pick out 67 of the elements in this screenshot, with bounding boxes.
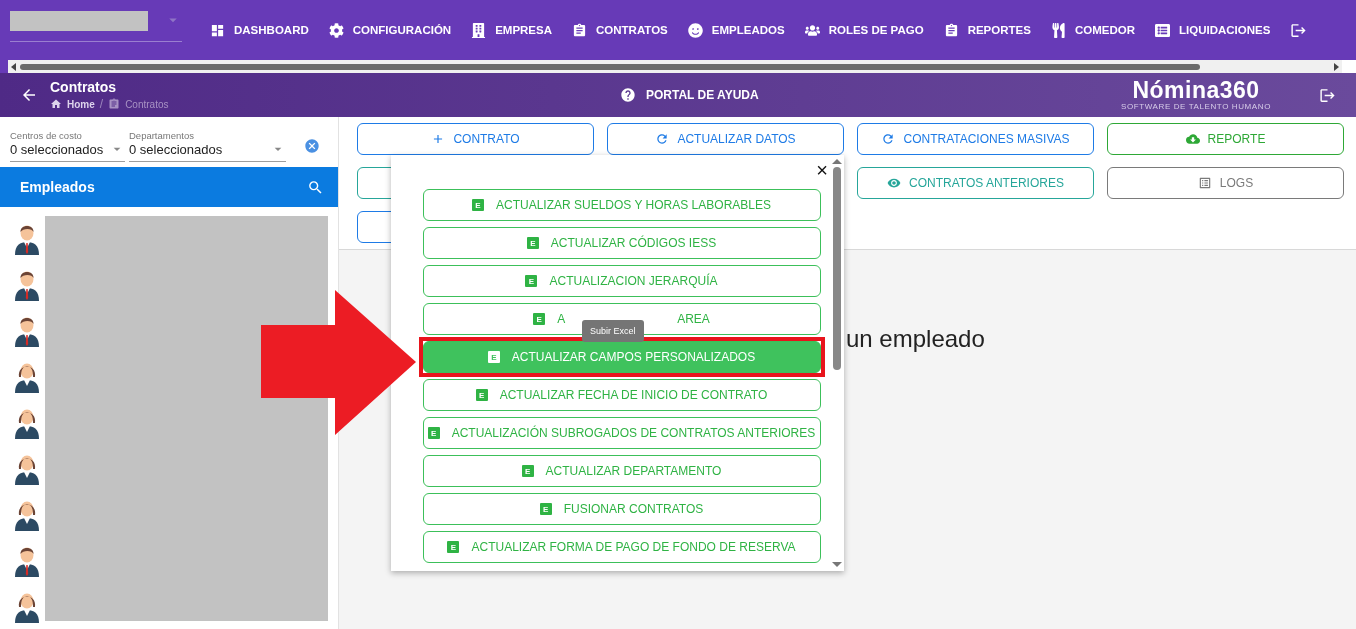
action-button[interactable]: CONTRATO (357, 123, 594, 155)
upload-menu-item[interactable]: E ACTUALIZAR FORMA DE PAGO DE FONDO DE RESERVA (422, 531, 821, 563)
breadcrumb-link[interactable]: Contratos (125, 98, 169, 110)
tooltip: Subir Excel (582, 320, 644, 342)
list-icon (1197, 176, 1212, 190)
list-icon (1154, 22, 1170, 38)
filter-select[interactable]: Departamentos 0 seleccionados (129, 130, 286, 162)
excel-icon: E (533, 313, 546, 325)
upload-menu-item[interactable]: E ACTUALIZAR SUELDOS Y HORAS LABORABLES (422, 189, 821, 221)
eye-icon (887, 176, 902, 190)
upload-menu-item[interactable]: E ACTUALIZAR CÓDIGOS IESS (422, 227, 821, 259)
empty-message: un empleado (846, 325, 985, 353)
excel-icon: E (427, 427, 440, 439)
utensils-icon (1050, 22, 1066, 38)
breadcrumb-link[interactable]: Home (67, 98, 95, 110)
action-button[interactable]: CONTRATACIONES MASIVAS (857, 123, 1094, 155)
action-button[interactable]: LOGS (1107, 167, 1344, 199)
upload-menu-item[interactable]: E ACTUALIZACION JERARQUÍA (422, 265, 821, 297)
excel-icon: E (487, 351, 500, 363)
excel-icon: E (472, 199, 484, 211)
excel-icon: E (525, 275, 538, 287)
excel-icon: E (475, 389, 488, 401)
logo: Nómina360 SOFTWARE DE TALENTO HUMANO (1121, 79, 1271, 111)
nav-item[interactable]: COMEDOR (1040, 22, 1145, 38)
excel-icon: E (521, 465, 534, 477)
logout-icon[interactable] (1290, 21, 1308, 39)
action-button[interactable]: ACTUALIZAR DATOS (607, 123, 844, 155)
nav-item[interactable]: REPORTES (933, 22, 1041, 38)
upload-menu-item[interactable]: E ACTUALIZAR FECHA DE INICIO DE CONTRATO (422, 379, 821, 411)
page-title: Contratos (50, 79, 118, 95)
nav-item[interactable]: CONTRATOS (562, 22, 678, 38)
employees-title: Empleados (20, 179, 95, 195)
help-icon (620, 87, 636, 103)
search-icon[interactable] (307, 178, 324, 196)
dashboard-icon (210, 22, 225, 38)
filter-select[interactable]: Centros de costo 0 seleccionados (10, 130, 125, 162)
clipboard-icon (572, 22, 587, 38)
nav-item[interactable]: CONFIGURACIÓN (318, 22, 462, 38)
refresh-icon (881, 132, 896, 146)
upload-menu-item[interactable]: E FUSIONAR CONTRATOS (422, 493, 821, 525)
nav-item[interactable]: EMPLEADOS (677, 22, 795, 38)
logout-icon[interactable] (1319, 86, 1336, 104)
excel-icon: E (539, 503, 552, 515)
cloud-download-icon (1185, 132, 1200, 146)
building-icon (471, 22, 487, 38)
nav-item[interactable]: ROLES DE PAGO (794, 22, 934, 38)
users-icon (804, 22, 820, 38)
home-icon (50, 98, 62, 110)
refresh-icon (655, 132, 670, 146)
upload-menu-item[interactable]: E ACTUALIZAR DEPARTAMENTO (422, 455, 821, 487)
help-link[interactable]: PORTAL DE AYUDA (646, 88, 759, 102)
action-button[interactable]: CONTRATOS ANTERIORES (857, 167, 1094, 199)
smiley-icon (687, 22, 703, 38)
close-button[interactable]: × (816, 161, 828, 179)
nav-item[interactable]: LIQUIDACIONES (1144, 22, 1281, 38)
upload-menu-item[interactable]: E ACTUALIZAR CAMPOS PERSONALIZADOS (422, 341, 821, 373)
action-button[interactable]: REPORTE (1107, 123, 1344, 155)
nav-item[interactable]: EMPRESA (461, 22, 562, 38)
nav-item[interactable]: DASHBOARD (200, 22, 319, 38)
gear-icon (328, 22, 344, 38)
excel-icon: E (447, 541, 460, 553)
excel-icon: E (526, 237, 539, 249)
upload-menu-item[interactable]: E ACTUALIZACIÓN SUBROGADOS DE CONTRATOS ANTERIORES (422, 417, 821, 449)
clear-icon[interactable] (304, 138, 320, 154)
breadcrumb-separator: / (99, 97, 104, 111)
clipboard-icon (108, 98, 121, 110)
clipboard-icon (943, 22, 959, 38)
